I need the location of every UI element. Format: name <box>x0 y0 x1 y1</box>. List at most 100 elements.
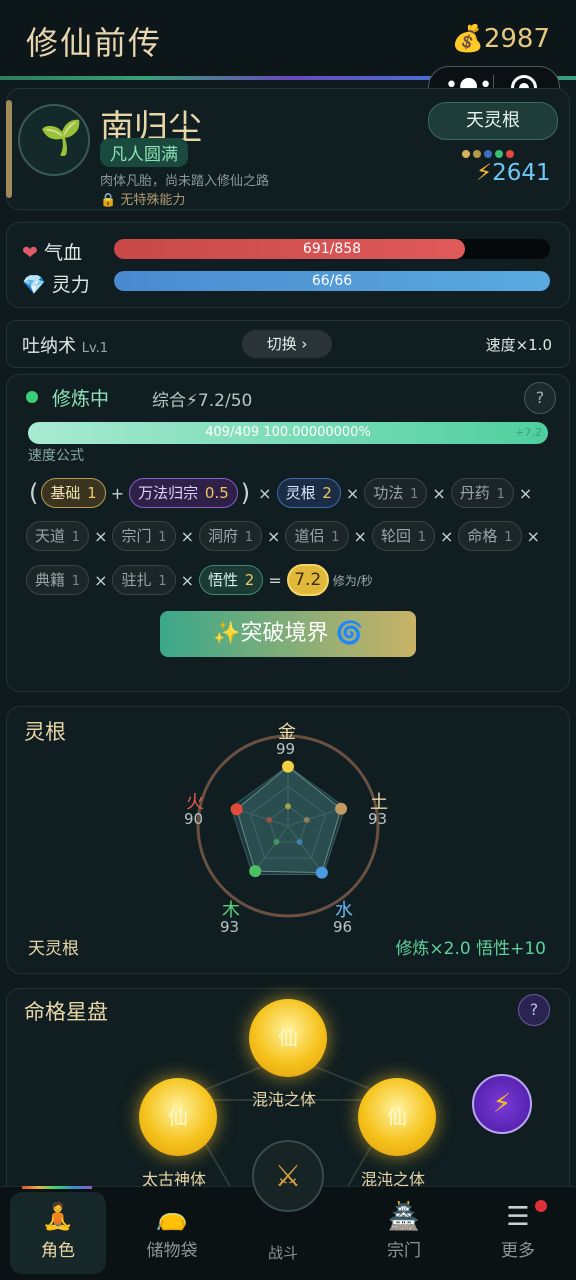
radar-inner-point <box>266 816 273 823</box>
factor-chip[interactable]: 典籍 1 <box>26 565 90 595</box>
spirit-root-badge[interactable]: 天灵根 <box>428 102 558 140</box>
fate-orb[interactable]: 仙 <box>139 1078 217 1156</box>
fate-help-button[interactable]: ? <box>518 994 550 1026</box>
progress-hint: +7.2 <box>515 426 542 439</box>
nav-label: 战斗 <box>268 1244 299 1262</box>
element-dot <box>495 150 503 158</box>
app-title: 修仙前传 <box>26 24 163 62</box>
fate-orb[interactable]: 仙 <box>358 1078 436 1156</box>
times-sign: × <box>345 483 360 503</box>
fate-orb[interactable]: 仙 <box>249 999 327 1077</box>
formula-label: 速度公式 <box>28 448 84 464</box>
treasure-bag-icon: 👝 <box>155 1202 189 1232</box>
radar-inner-point <box>303 816 310 823</box>
times-sign: × <box>94 526 108 546</box>
element-dot <box>462 150 470 158</box>
cultivation-status: 修炼中 <box>52 388 110 410</box>
speed-result: 7.2 <box>286 564 329 596</box>
cultivation-progress: 409/409 100.00000000% +7.2 <box>28 422 548 444</box>
radar-point <box>249 865 262 878</box>
speed-multiplier: 速度×1.0 <box>485 336 552 354</box>
lightning-button[interactable]: ⚡ <box>472 1074 532 1134</box>
element-dot <box>473 150 481 158</box>
formula-row-3: 典籍 1 × 驻扎 1 × 悟性 2 = 7.2 修为/秒 <box>26 564 373 596</box>
sprout-icon: 🌱 <box>40 118 83 158</box>
factor-chip[interactable]: 驻扎 1 <box>112 565 176 595</box>
element-value: 93 <box>220 918 240 936</box>
fate-title: 命格星盘 <box>24 1000 108 1024</box>
factor-chip[interactable]: 命格 1 <box>458 521 522 551</box>
nav-item-character[interactable]: 🧘 角色 <box>10 1192 106 1274</box>
heart-icon: ❤ <box>22 242 38 264</box>
formula-row-2: 天道 1 × 宗门 1 × 洞府 1 × 道侣 1 × 轮回 1 × 命格 1 … <box>26 521 545 551</box>
lock-icon: 🔒 <box>100 193 117 208</box>
mp-bar: 66/66 <box>114 271 550 291</box>
factor-chip[interactable]: 轮回 1 <box>371 521 436 551</box>
help-button[interactable]: ? <box>524 382 556 414</box>
nav-label: 角色 <box>41 1241 75 1261</box>
technique-name: 吐纳术 Lv.1 <box>22 332 108 358</box>
technique-level: Lv.1 <box>81 341 109 356</box>
times-sign: × <box>353 526 367 546</box>
factor-chip[interactable]: 天道 1 <box>26 521 90 551</box>
nav-item-battle[interactable]: ⚔ <box>252 1140 324 1212</box>
realm-badge: 凡人圆满 <box>100 138 188 167</box>
factor-chip[interactable]: 道侣 1 <box>285 521 349 551</box>
times-sign: × <box>180 526 194 546</box>
factor-chip[interactable]: 基础 1 <box>41 478 106 508</box>
nav-item-inventory[interactable]: 👝 储物袋 <box>124 1192 220 1274</box>
equals-sign: = <box>268 570 282 590</box>
ability-text: 无特殊能力 <box>120 193 186 208</box>
spirit-root-type: 天灵根 <box>28 939 79 959</box>
ability-line: 🔒 无特殊能力 <box>100 189 185 208</box>
factor-chip[interactable]: 宗门 1 <box>112 521 176 551</box>
open-paren: ( <box>29 479 39 507</box>
mp-row-label: 💎 灵力 <box>22 270 90 297</box>
times-sign: × <box>267 526 281 546</box>
factor-chip[interactable]: 灵根 2 <box>276 478 341 508</box>
times-sign: × <box>440 526 454 546</box>
breakthrough-button[interactable]: ✨突破境界 🌀 <box>160 611 416 657</box>
hp-bar: 691/858 <box>114 239 550 259</box>
factor-chip[interactable]: 丹药 1 <box>450 478 514 508</box>
radar-inner-point <box>273 839 280 846</box>
nav-label: 更多 <box>501 1241 535 1261</box>
element-value: 90 <box>184 810 204 828</box>
spirit-root-title: 灵根 <box>24 720 66 744</box>
status-dot <box>26 391 38 403</box>
radar-data-area <box>236 765 342 874</box>
nav-label: 储物袋 <box>146 1241 198 1261</box>
speed-unit: 修为/秒 <box>332 573 373 588</box>
hp-text: 691/858 <box>302 241 362 257</box>
formula-row-1: ( 基础 1 + 万法归宗 0.5 ) × 灵根 2 × 功法 1 × 丹药 1… <box>26 478 537 508</box>
meditating-figure-icon: 🧘 <box>41 1202 75 1232</box>
mp-text: 66/66 <box>311 273 353 289</box>
hp-row-label: ❤ 气血 <box>22 238 82 265</box>
character-description: 肉体凡胎，尚未踏入修仙之路 <box>100 174 270 189</box>
switch-button[interactable]: 切换 › <box>242 330 332 358</box>
plus-sign: + <box>110 483 125 503</box>
progress-text: 409/409 100.00000000% <box>205 425 371 440</box>
times-sign: × <box>518 483 533 503</box>
element-dot <box>506 150 514 158</box>
hp-label: 气血 <box>43 242 82 264</box>
radar-inner-point <box>296 839 303 846</box>
gold-display: 💰2987 <box>451 24 550 54</box>
lightning-icon: ⚡ <box>492 1089 512 1119</box>
avatar[interactable]: 🌱 <box>18 104 90 176</box>
times-sign: × <box>258 483 272 503</box>
nav-item-sect[interactable]: 🏯 宗门 <box>356 1192 452 1274</box>
nav-item-more[interactable]: ☰ 更多 <box>470 1192 566 1274</box>
technique-title: 吐纳术 <box>22 336 76 357</box>
power-value: 2641 <box>492 160 551 186</box>
factor-chip[interactable]: 功法 1 <box>364 478 428 508</box>
cultivation-total: 综合⚡7.2/50 <box>152 391 253 411</box>
crossed-swords-icon: ⚔ <box>274 1159 302 1194</box>
factor-chip[interactable]: 万法归宗 0.5 <box>129 478 238 508</box>
nav-accent <box>22 1186 92 1189</box>
factor-chip[interactable]: 悟性 2 <box>198 565 264 595</box>
radar-inner-point <box>285 803 291 810</box>
factor-chip[interactable]: 洞府 1 <box>198 521 263 551</box>
spirit-root-bonus: 修炼×2.0 悟性+10 <box>395 939 546 959</box>
radar-point <box>315 866 328 879</box>
